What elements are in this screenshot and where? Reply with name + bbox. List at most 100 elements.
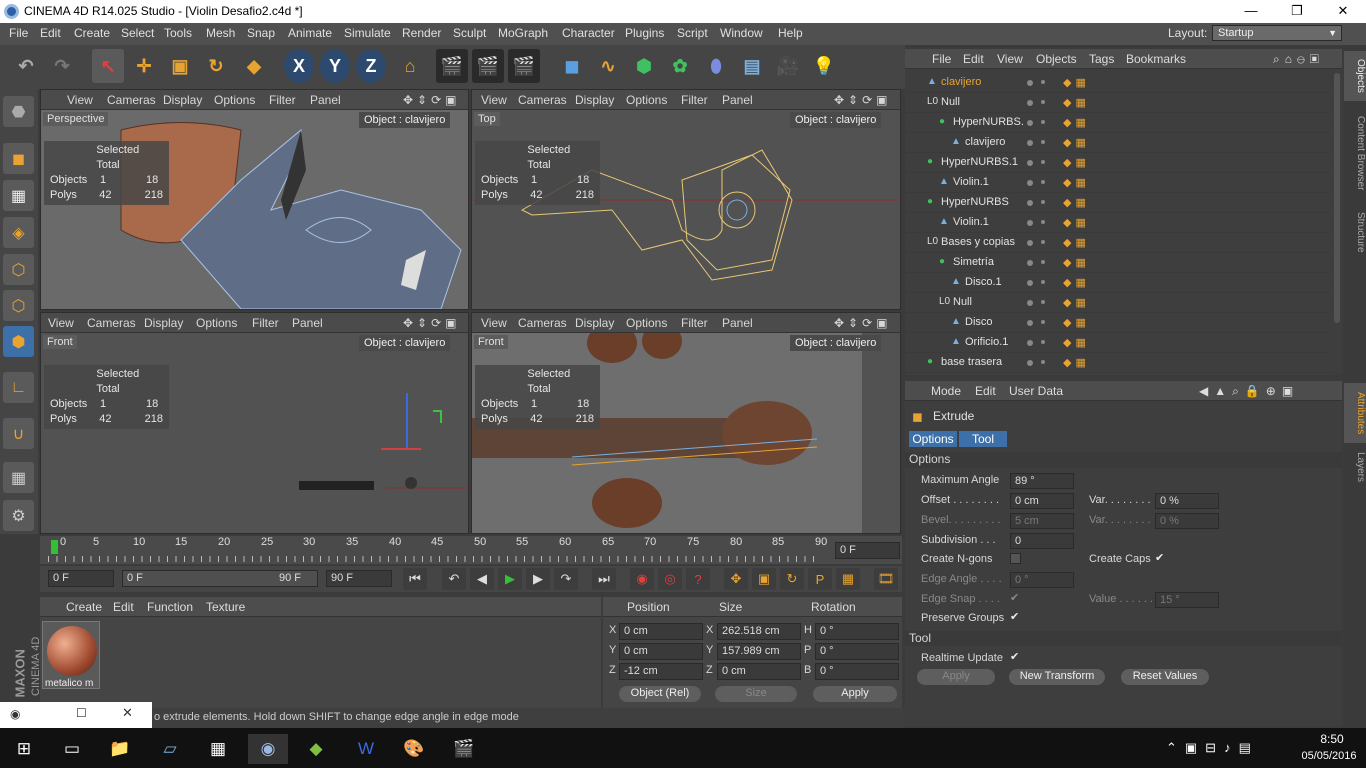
end-frame-field[interactable]: 90 F [326, 570, 392, 587]
model-mode-icon[interactable]: ◼ [3, 143, 34, 174]
object-list-scrollbar[interactable] [1334, 73, 1340, 323]
edges-mode-icon[interactable]: ⬡ [3, 290, 34, 321]
rotation-b-field[interactable]: 0 ° [815, 663, 899, 680]
go-to-end-icon[interactable]: ⏭ [592, 568, 616, 590]
object-row[interactable]: ● HyperNURBS ◆▦ [905, 193, 1331, 213]
z-axis-lock-icon[interactable]: Z [356, 49, 386, 83]
recent-tools-icon[interactable]: ◆ [238, 49, 270, 83]
coordinate-system-icon[interactable]: ⌂ [394, 49, 426, 83]
bevel-field[interactable]: 5 cm [1010, 513, 1074, 529]
coords-size-mode-dropdown[interactable]: Size [715, 686, 797, 702]
menu-sculpt[interactable]: Sculpt [453, 26, 486, 40]
live-selection-icon[interactable]: ↖ [92, 49, 124, 83]
mat-menu-edit[interactable]: Edit [113, 600, 134, 614]
object-name[interactable]: HyperNURBS [941, 196, 1009, 208]
texture-mode-icon[interactable]: ▦ [3, 180, 34, 211]
render-dot[interactable] [1041, 360, 1045, 364]
menu-character[interactable]: Character [562, 26, 615, 40]
vp-menu-cameras[interactable]: Cameras [87, 316, 136, 330]
vp-menu-display[interactable]: Display [163, 93, 202, 107]
render-picture-viewer-icon[interactable]: 🎬 [472, 49, 504, 83]
vp-menu-panel[interactable]: Panel [310, 93, 341, 107]
object-row[interactable]: ● base trasera ◆▦ [905, 353, 1331, 373]
tag-icons[interactable]: ◆▦ [1063, 316, 1090, 329]
light-icon[interactable]: 💡 [808, 49, 840, 83]
menu-edit[interactable]: Edit [40, 26, 61, 40]
vp-menu-options[interactable]: Options [196, 316, 237, 330]
vp-menu-filter[interactable]: Filter [681, 93, 708, 107]
floor-icon[interactable]: ▤ [736, 49, 768, 83]
object-row[interactable]: ● HyperNURBS. ◆▦ [905, 113, 1331, 133]
points-mode-icon[interactable]: ⬡ [3, 254, 34, 285]
obj-menu-edit[interactable]: Edit [963, 52, 984, 66]
camera-icon[interactable]: 🎥 [772, 49, 804, 83]
create-ngons-checkbox[interactable] [1010, 553, 1021, 564]
visibility-dot[interactable] [1027, 120, 1033, 126]
render-dot[interactable] [1041, 340, 1045, 344]
object-name[interactable]: Bases y copias [941, 236, 1015, 248]
subdivision-field[interactable]: 0 [1010, 533, 1074, 549]
close-button[interactable]: ✕ [1320, 0, 1366, 23]
vp-menu-view[interactable]: View [48, 316, 74, 330]
attr-menu-mode[interactable]: Mode [931, 384, 961, 398]
visibility-dot[interactable] [1027, 80, 1033, 86]
viewport-nav-icons[interactable]: ✥⇕⟳▣ [403, 93, 461, 107]
go-to-start-icon[interactable]: ⏮ [403, 568, 427, 590]
tag-icons[interactable]: ◆▦ [1063, 96, 1090, 109]
var-field[interactable]: 0 % [1155, 493, 1219, 509]
menu-render[interactable]: Render [402, 26, 441, 40]
move-icon[interactable]: ✛ [128, 49, 160, 83]
spline-pen-icon[interactable]: ∿ [592, 49, 624, 83]
visibility-dot[interactable] [1027, 100, 1033, 106]
object-name[interactable]: Disco [965, 316, 993, 328]
render-view-icon[interactable]: 🎬 [436, 49, 468, 83]
menu-help[interactable]: Help [778, 26, 803, 40]
vp-menu-view[interactable]: View [481, 316, 507, 330]
frame-range-slider[interactable]: 0 F 90 F [122, 570, 318, 587]
autokey-icon[interactable]: ◎ [658, 568, 682, 590]
undo-icon[interactable]: ↶ [10, 49, 42, 83]
workplane-mode-icon[interactable]: ◈ [3, 217, 34, 248]
visibility-dot[interactable] [1027, 180, 1033, 186]
object-row[interactable]: ▲ Violin.1 ◆▦ [905, 173, 1331, 193]
close-thumb-icon[interactable]: ✕ [122, 705, 133, 721]
coords-mode-dropdown[interactable]: Object (Rel) [619, 686, 701, 702]
vp-menu-cameras[interactable]: Cameras [107, 93, 156, 107]
menu-plugins[interactable]: Plugins [625, 26, 664, 40]
object-row[interactable]: ● Simetría ◆▦ [905, 253, 1331, 273]
vp-menu-panel[interactable]: Panel [722, 93, 753, 107]
visibility-dot[interactable] [1027, 340, 1033, 346]
render-dot[interactable] [1041, 240, 1045, 244]
size-x-field[interactable]: 262.518 cm [717, 623, 801, 640]
render-dot[interactable] [1041, 260, 1045, 264]
visibility-dot[interactable] [1027, 300, 1033, 306]
create-caps-checkbox[interactable]: ✔ [1155, 553, 1166, 564]
object-row[interactable]: ▲ Orificio.1 ◆▦ [905, 333, 1331, 353]
tag-icons[interactable]: ◆▦ [1063, 296, 1090, 309]
render-dot[interactable] [1041, 200, 1045, 204]
attr-menu-user-data[interactable]: User Data [1009, 384, 1063, 398]
object-name[interactable]: base trasera [941, 356, 1002, 368]
object-name[interactable]: clavijero [941, 76, 981, 88]
menu-animate[interactable]: Animate [288, 26, 332, 40]
tag-icons[interactable]: ◆▦ [1063, 336, 1090, 349]
prev-frame-icon[interactable]: ◀ [470, 568, 494, 590]
position-z-field[interactable]: -12 cm [619, 663, 703, 680]
vp-menu-display[interactable]: Display [575, 316, 614, 330]
make-editable-icon[interactable]: ⬣ [3, 96, 34, 127]
vp-menu-filter[interactable]: Filter [269, 93, 296, 107]
minimize-button[interactable]: — [1228, 0, 1274, 23]
current-frame-field[interactable]: 0 F [835, 542, 900, 559]
edge-angle-field[interactable]: 0 ° [1010, 572, 1074, 588]
tag-icons[interactable]: ◆▦ [1063, 196, 1090, 209]
render-dot[interactable] [1041, 160, 1045, 164]
offset-field[interactable]: 0 cm [1010, 493, 1074, 509]
task-view-icon[interactable]: ▭ [52, 734, 92, 764]
timeline-playhead[interactable] [51, 540, 58, 554]
locked-workplane-icon[interactable]: ⚙ [3, 500, 34, 531]
tag-icons[interactable]: ◆▦ [1063, 216, 1090, 229]
vp-menu-cameras[interactable]: Cameras [518, 316, 567, 330]
key-scale-icon[interactable]: ▣ [752, 568, 776, 590]
viewport-front-reference[interactable]: View Cameras Display Options Filter Pane… [471, 312, 901, 534]
deformer-icon[interactable]: ⬮ [700, 49, 732, 83]
